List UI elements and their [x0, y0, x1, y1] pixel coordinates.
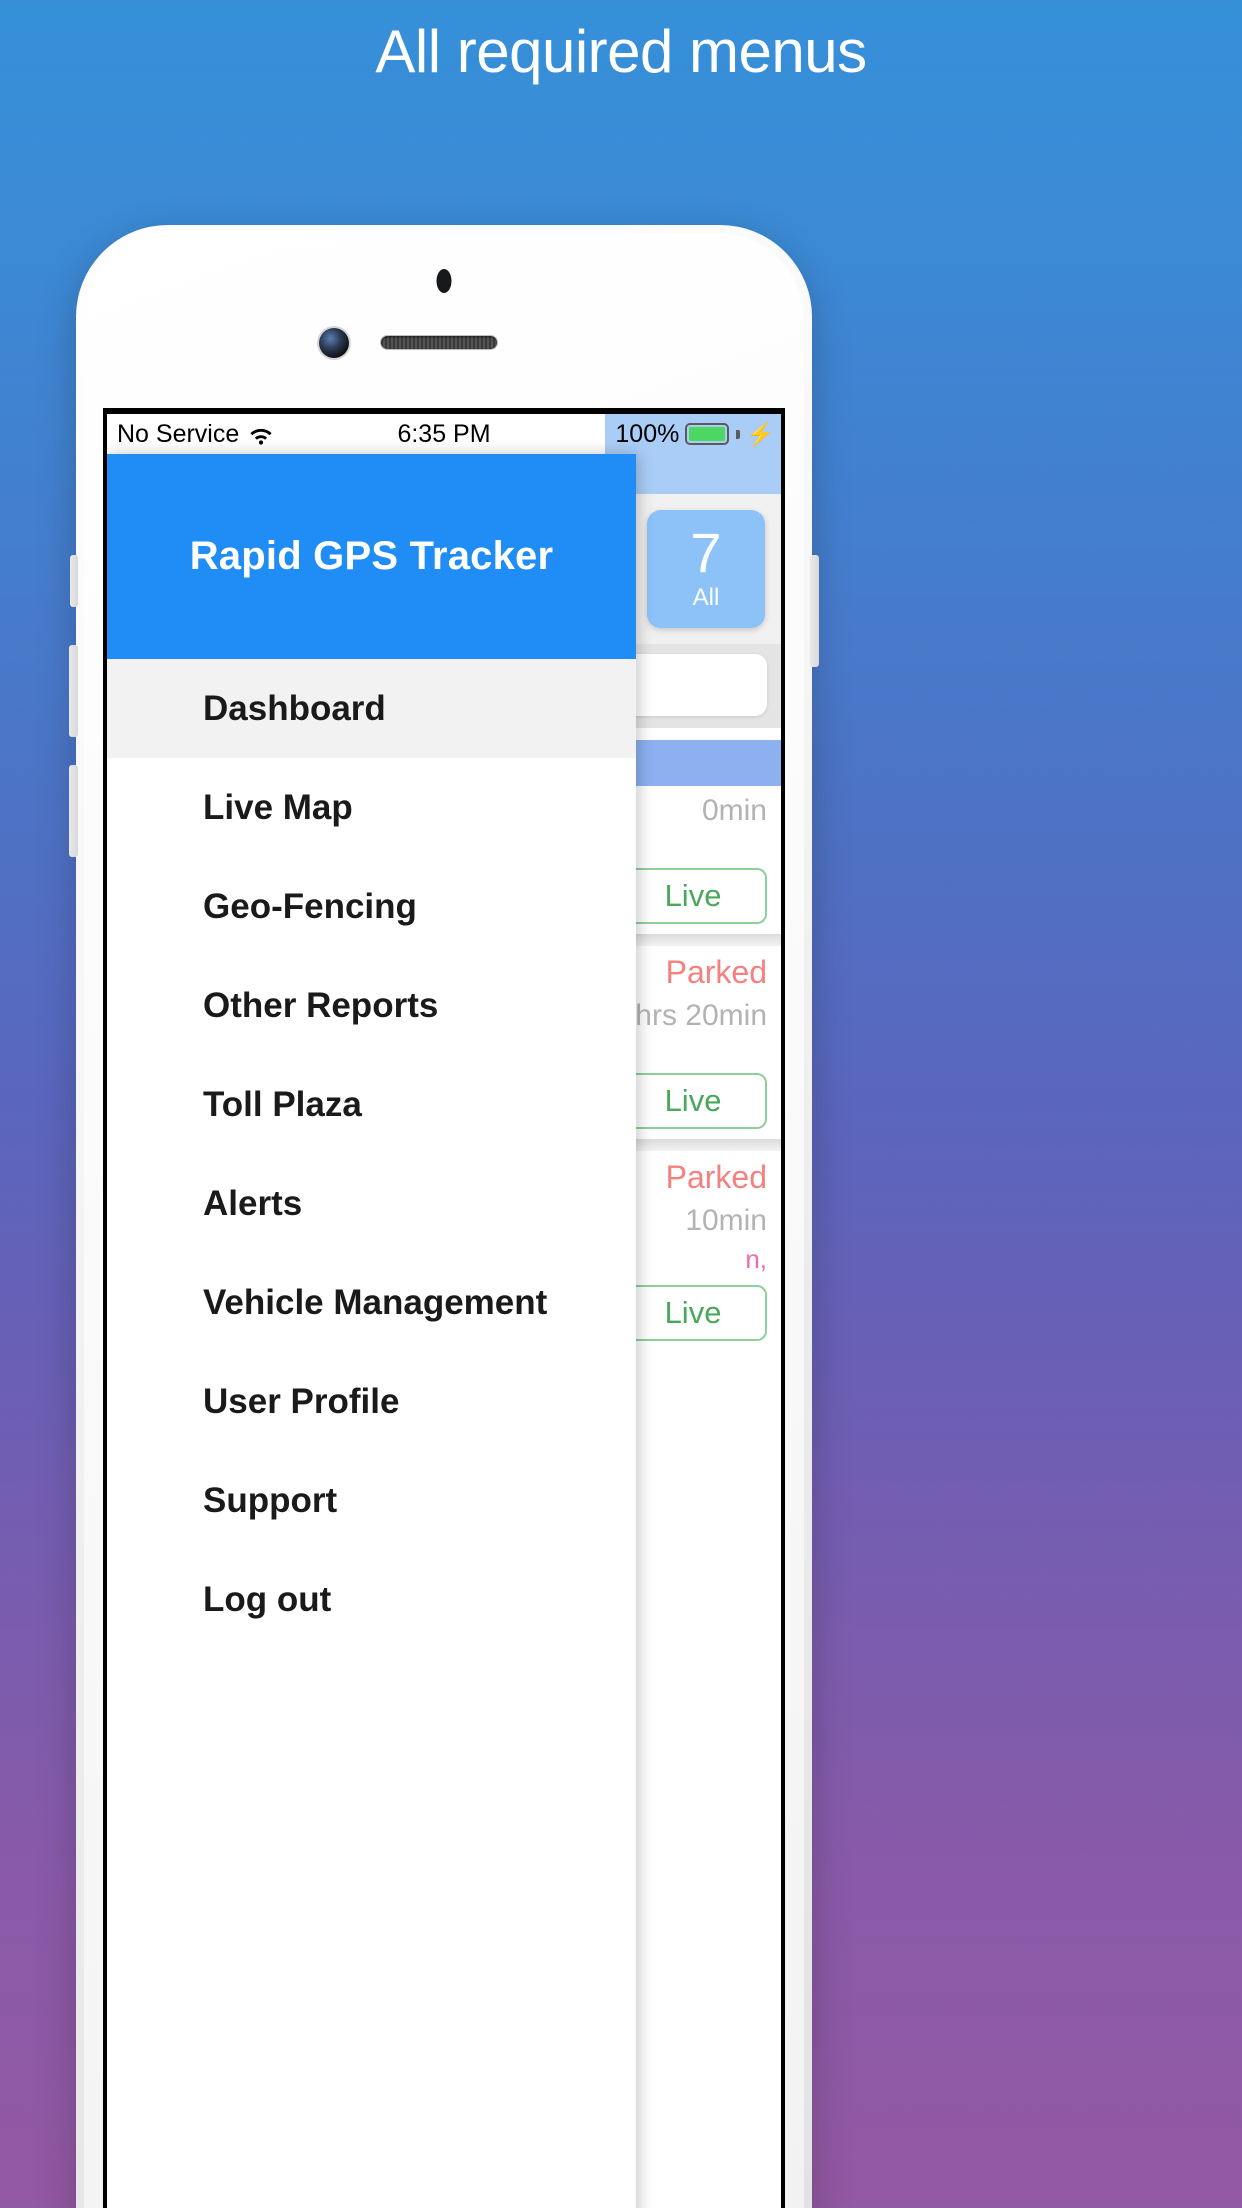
sidebar-item-support[interactable]: Support — [107, 1451, 636, 1550]
vehicle-count-chip-all[interactable]: 7 All — [647, 510, 765, 628]
front-camera-icon — [319, 328, 349, 358]
carrier-label: No Service — [117, 419, 240, 448]
sidebar-item-dashboard[interactable]: Dashboard — [107, 659, 636, 758]
vehicle-duration: 0min — [701, 794, 767, 827]
vehicle-status: Parked — [665, 954, 767, 990]
sidebar-item-geo-fencing[interactable]: Geo-Fencing — [107, 857, 636, 956]
proximity-sensor-icon — [436, 269, 452, 293]
phone-edge-highlight — [94, 241, 794, 371]
sidebar-item-toll-plaza[interactable]: Toll Plaza — [107, 1055, 636, 1154]
wifi-icon — [248, 424, 274, 445]
power-button[interactable] — [810, 555, 819, 667]
vehicle-live-button[interactable]: Live — [619, 1285, 767, 1341]
vehicle-count-value: 7 — [690, 521, 722, 585]
drawer-header: Rapid GPS Tracker — [107, 454, 636, 659]
status-bar-right: 100% ⚡ — [605, 414, 781, 454]
volume-up-button[interactable] — [69, 645, 78, 737]
sidebar-item-alerts[interactable]: Alerts — [107, 1154, 636, 1253]
vehicle-live-button[interactable]: Live — [619, 868, 767, 924]
phone-screen: No Service 6:35 PM 100% ⚡ 7 All 0min Liv… — [103, 408, 785, 2208]
drawer-menu-list: Dashboard Live Map Geo-Fencing Other Rep… — [107, 659, 636, 1649]
vehicle-duration: 10min — [685, 1204, 767, 1237]
earpiece-speaker-icon — [380, 335, 498, 350]
sidebar-item-live-map[interactable]: Live Map — [107, 758, 636, 857]
vehicle-duration: hrs 20min — [635, 999, 767, 1032]
ios-status-bar: No Service 6:35 PM 100% ⚡ — [107, 414, 781, 454]
sidebar-item-vehicle-management[interactable]: Vehicle Management — [107, 1253, 636, 1352]
page-title: All required menus — [375, 18, 867, 85]
vehicle-live-button[interactable]: Live — [619, 1073, 767, 1129]
status-bar-left: No Service — [117, 420, 274, 449]
phone-device-frame: No Service 6:35 PM 100% ⚡ 7 All 0min Liv… — [69, 225, 819, 2208]
battery-percent-label: 100% — [615, 419, 680, 448]
battery-nub-icon — [736, 429, 741, 439]
vehicle-status: Parked — [665, 1159, 767, 1195]
clock-label: 6:35 PM — [397, 419, 491, 448]
navigation-drawer: Rapid GPS Tracker Dashboard Live Map Geo… — [107, 454, 636, 2208]
sidebar-item-other-reports[interactable]: Other Reports — [107, 956, 636, 1055]
volume-down-button[interactable] — [69, 765, 78, 857]
sidebar-item-log-out[interactable]: Log out — [107, 1550, 636, 1649]
vehicle-count-label: All — [692, 583, 720, 611]
lightning-bolt-icon: ⚡ — [746, 420, 775, 447]
app-viewport: No Service 6:35 PM 100% ⚡ 7 All 0min Liv… — [107, 414, 781, 2208]
silent-switch[interactable] — [70, 555, 78, 607]
app-name-label: Rapid GPS Tracker — [189, 534, 554, 578]
battery-full-icon — [685, 423, 730, 445]
sidebar-item-user-profile[interactable]: User Profile — [107, 1352, 636, 1451]
